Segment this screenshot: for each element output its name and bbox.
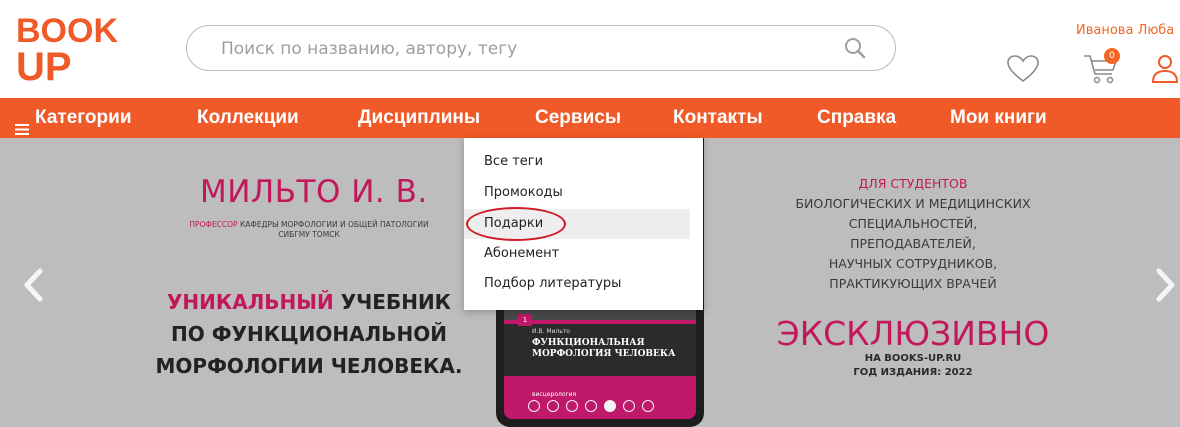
nav-collections[interactable]: Коллекции [197,98,299,138]
banner-headline: УНИКАЛЬНЫЙ УЧЕБНИК ПО ФУНКЦИОНАЛЬНОЙ МОР… [150,286,468,382]
headline-rest: УЧЕБНИК [333,290,452,314]
search-icon[interactable] [842,35,868,61]
nav-categories[interactable]: Категории [15,98,132,138]
dropdown-item-gifts[interactable]: Подарки [464,209,690,239]
audience-line: ПРАКТИКУЮЩИХ ВРАЧЕЙ [829,276,997,291]
chevron-right-icon[interactable] [1155,268,1177,302]
carousel-dot[interactable] [604,400,616,412]
banner-author: МИЛЬТО И. В. [200,174,428,210]
banner-site: НА BOOKS-UP.RU ГОД ИЗДАНИЯ: 2022 [760,352,1066,380]
services-dropdown: Все теги Промокоды Подарки Абонемент Под… [464,138,703,310]
banner-site-name: НА BOOKS-UP.RU [864,353,962,364]
audience-line: ПРЕПОДАВАТЕЛЕЙ, [850,236,976,251]
book-volume-number: 1 [518,314,532,326]
dropdown-item-promocodes[interactable]: Промокоды [464,178,703,208]
menu-icon [15,110,29,136]
carousel-dot[interactable] [547,400,559,412]
headline-line2: ПО ФУНКЦИОНАЛЬНОЙ [171,322,447,346]
dropdown-item-literature-selection[interactable]: Подбор литературы [464,269,703,299]
main-nav: Категории Коллекции Дисциплины Сервисы К… [0,98,1180,138]
book-title-line2: МОРФОЛОГИЯ ЧЕЛОВЕКА [532,349,676,359]
dropdown-item-subscription[interactable]: Абонемент [464,239,703,269]
dropdown-item-all-tags[interactable]: Все теги [464,147,703,177]
book-author: И.В. Мильто [532,328,570,335]
carousel-dot[interactable] [623,400,635,412]
audience-line: НАУЧНЫХ СОТРУДНИКОВ, [828,256,998,271]
heart-icon[interactable] [1006,54,1040,84]
book-title: ФУНКЦИОНАЛЬНАЯ МОРФОЛОГИЯ ЧЕЛОВЕКА [532,338,692,360]
chevron-left-icon[interactable] [22,268,44,302]
nav-disciplines[interactable]: Дисциплины [358,98,480,138]
headline-line3: МОРФОЛОГИИ ЧЕЛОВЕКА. [155,354,463,378]
search-input[interactable] [221,36,821,62]
carousel-dot[interactable] [585,400,597,412]
nav-help[interactable]: Справка [817,98,896,138]
banner-audience: ДЛЯ СТУДЕНТОВ БИОЛОГИЧЕСКИХ И МЕДИЦИНСКИ… [760,174,1066,294]
banner-exclusive: ЭКСКЛЮЗИВНО [776,314,1050,353]
page: BOOK UP Иванова Люба 0 Категории Кол [0,0,1180,427]
user-name[interactable]: Иванова Люба [1076,23,1174,38]
nav-services[interactable]: Сервисы [535,98,621,138]
carousel-dot[interactable] [528,400,540,412]
nav-my-books[interactable]: Мои книги [950,98,1047,138]
header: BOOK UP Иванова Люба 0 [0,0,1180,98]
affiliation-line2: СИБГМУ ТОМСК [278,230,340,239]
logo-line2: UP [16,45,72,88]
search-box[interactable] [186,25,896,71]
nav-contacts[interactable]: Контакты [673,98,763,138]
book-subtitle: висцерология [532,391,577,398]
logo[interactable]: BOOK UP [16,8,126,88]
banner-affiliation: ПРОФЕССОР КАФЕДРЫ МОРФОЛОГИИ И ОБЩЕЙ ПАТ… [150,220,468,240]
affiliation-rest: КАФЕДРЫ МОРФОЛОГИИ И ОБЩЕЙ ПАТОЛОГИИ [237,220,429,229]
carousel-dot[interactable] [642,400,654,412]
cart-count-badge: 0 [1104,48,1120,64]
affiliation-accent: ПРОФЕССОР [189,220,238,229]
nav-categories-label: Категории [35,107,132,128]
carousel-dot[interactable] [566,400,578,412]
banner-year: ГОД ИЗДАНИЯ: 2022 [853,367,973,378]
book-title-line1: ФУНКЦИОНАЛЬНАЯ [532,338,645,348]
audience-line: СПЕЦИАЛЬНОСТЕЙ, [848,216,978,231]
audience-line: БИОЛОГИЧЕСКИХ И МЕДИЦИНСКИХ [795,196,1031,211]
user-icon[interactable] [1150,50,1180,86]
headline-accent: УНИКАЛЬНЫЙ [166,290,334,314]
audience-title: ДЛЯ СТУДЕНТОВ [858,176,968,191]
